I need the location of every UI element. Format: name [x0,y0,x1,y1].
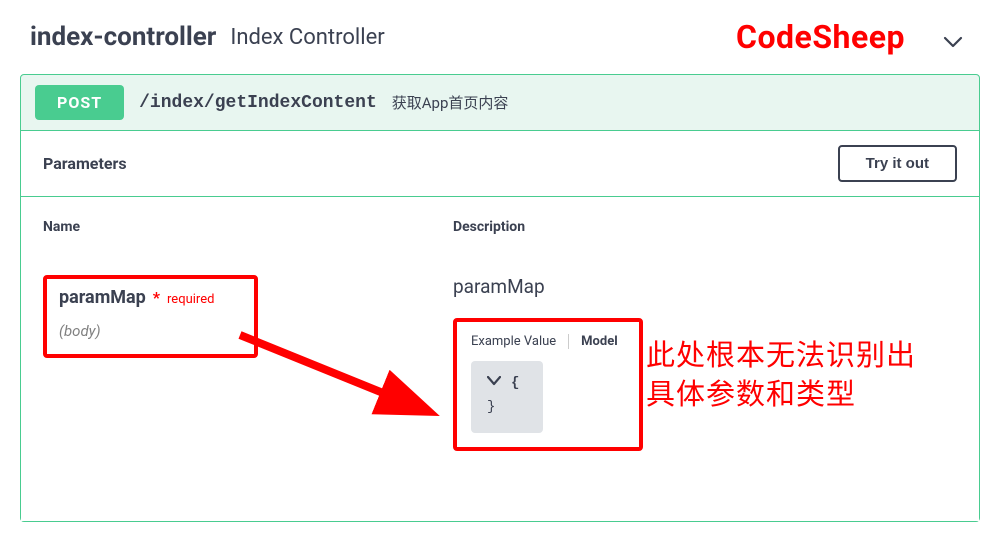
parameter-name: paramMap [59,287,146,308]
annotation-text: 此处根本无法识别出 具体参数和类型 [646,337,916,415]
collapse-toggle[interactable] [941,30,965,54]
operation-block: POST /index/getIndexContent 获取App首页内容 Pa… [20,74,980,522]
parameters-title: Parameters [43,154,127,173]
parameter-description: paramMap [453,275,957,298]
http-method-badge: POST [35,85,124,120]
required-label: required [167,292,214,307]
parameters-bar: Parameters Try it out [21,130,979,196]
parameters-table-header: Name Description [43,219,957,247]
tab-model[interactable]: Model [569,334,618,349]
watermark-label: CodeSheep [736,18,905,56]
model-tabs: Example Value Model [471,330,625,349]
chevron-down-icon [941,30,965,54]
try-it-out-button[interactable]: Try it out [838,145,957,182]
annotation-box-param: paramMap * required (body) [43,275,258,358]
code-line-open: { [487,375,527,391]
column-header-description: Description [453,219,957,235]
chevron-down-icon[interactable] [487,375,501,391]
parameter-in: (body) [59,322,234,340]
parameters-body: Name Description paramMap * required (bo… [21,196,979,521]
model-code-block[interactable]: { } [471,361,543,433]
controller-name: index-controller [30,22,216,52]
operation-path: /index/getIndexContent [139,93,377,113]
controller-description: Index Controller [230,25,384,50]
operation-summary: 获取App首页内容 [392,92,509,113]
annotation-line-1: 此处根本无法识别出 [646,337,916,376]
tab-example-value[interactable]: Example Value [471,334,569,349]
code-brace-open: { [511,375,519,391]
annotation-box-model: Example Value Model { } [453,318,643,451]
column-header-name: Name [43,219,453,235]
code-brace-close: } [487,399,527,415]
operation-header[interactable]: POST /index/getIndexContent 获取App首页内容 [21,75,979,130]
annotation-line-2: 具体参数和类型 [646,376,916,415]
parameter-name-cell: paramMap * required (body) [43,275,453,451]
required-star: * [153,288,160,307]
